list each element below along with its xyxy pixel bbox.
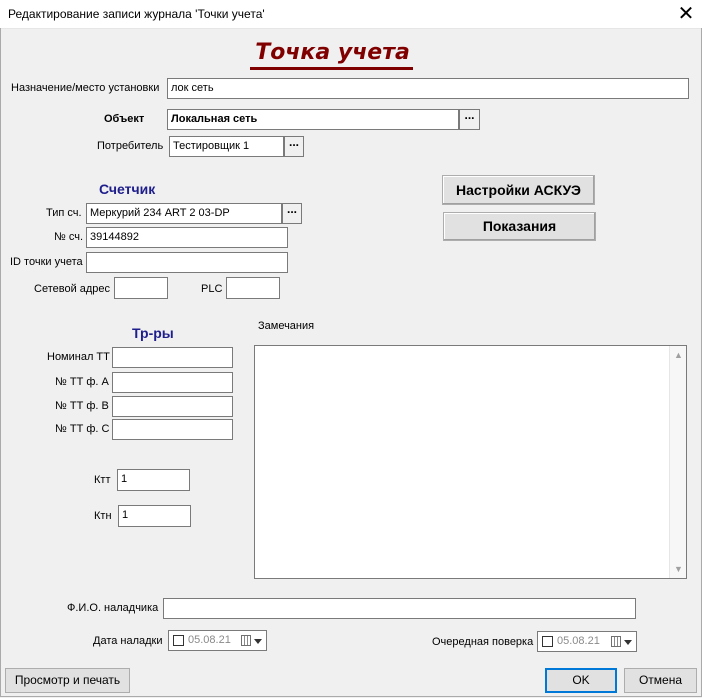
calendar-icon[interactable]: [611, 636, 621, 647]
consumer-label: Потребитель: [97, 140, 164, 152]
plc-field[interactable]: [226, 277, 280, 299]
heading-underline: [250, 67, 413, 70]
ktn-field[interactable]: 1: [118, 505, 191, 527]
next-check-value: 05.08.21: [557, 635, 600, 647]
tt-phase-b-label: № ТТ ф. В: [55, 400, 109, 412]
tt-phase-b-field[interactable]: [112, 396, 233, 417]
meter-type-select-button[interactable]: ...: [282, 203, 302, 224]
next-check-date-picker[interactable]: 05.08.21: [537, 631, 637, 652]
meter-type-field[interactable]: Меркурий 234 ART 2 03-DP: [86, 203, 282, 224]
nominal-tt-field[interactable]: [112, 347, 233, 368]
scroll-down-icon[interactable]: ▼: [670, 562, 687, 576]
chevron-down-icon[interactable]: [254, 639, 262, 644]
readings-button[interactable]: Показания: [443, 212, 596, 241]
adjuster-label: Ф.И.О. наладчика: [67, 602, 159, 614]
preview-print-button[interactable]: Просмотр и печать: [5, 668, 130, 693]
consumer-field[interactable]: Тестировщик 1: [169, 136, 284, 157]
ok-button[interactable]: OK: [545, 668, 617, 693]
meter-section-title: Счетчик: [99, 181, 156, 197]
meter-type-label: Тип сч.: [46, 207, 82, 219]
calendar-icon[interactable]: [241, 635, 251, 646]
object-field[interactable]: Локальная сеть: [167, 109, 459, 130]
adjuster-field[interactable]: [163, 598, 636, 619]
scroll-up-icon[interactable]: ▲: [670, 348, 687, 362]
object-select-button[interactable]: ...: [459, 109, 480, 130]
plc-label: PLC: [201, 283, 223, 295]
next-check-checkbox[interactable]: [542, 636, 553, 647]
tt-phase-c-label: № ТТ ф. С: [55, 423, 110, 435]
purpose-field[interactable]: лок сеть: [167, 78, 689, 99]
point-id-label: ID точки учета: [10, 256, 83, 268]
adjust-date-picker[interactable]: 05.08.21: [168, 630, 267, 651]
chevron-down-icon[interactable]: [624, 640, 632, 645]
meter-number-field[interactable]: 39144892: [86, 227, 288, 248]
meter-number-label: № сч.: [54, 231, 84, 243]
askue-settings-button[interactable]: Настройки АСКУЭ: [442, 175, 595, 205]
form-heading: Точка учета: [255, 40, 410, 65]
object-label: Объект: [104, 113, 145, 125]
window-title: Редактирование записи журнала 'Точки уче…: [8, 7, 265, 21]
close-icon[interactable]: ✕: [672, 2, 700, 26]
purpose-label: Назначение/место установки: [11, 82, 160, 94]
adjust-date-value: 05.08.21: [188, 634, 231, 646]
remarks-scrollbar[interactable]: ▲ ▼: [669, 346, 686, 578]
remarks-textarea[interactable]: ▲ ▼: [254, 345, 687, 579]
ktt-field[interactable]: 1: [117, 469, 190, 491]
tt-phase-a-field[interactable]: [112, 372, 233, 393]
cancel-button[interactable]: Отмена: [624, 668, 697, 693]
adjust-date-label: Дата наладки: [93, 635, 163, 647]
net-address-label: Сетевой адрес: [34, 283, 111, 295]
consumer-select-button[interactable]: ...: [284, 136, 304, 157]
next-check-label: Очередная поверка: [432, 636, 534, 648]
adjust-date-checkbox[interactable]: [173, 635, 184, 646]
net-address-field[interactable]: [114, 277, 168, 299]
tt-phase-c-field[interactable]: [112, 419, 233, 440]
ktt-label: Ктт: [94, 474, 111, 486]
point-id-field[interactable]: [86, 252, 288, 273]
transformers-section-title: Тр-ры: [132, 325, 174, 341]
remarks-label: Замечания: [258, 320, 315, 332]
ktn-label: Ктн: [94, 510, 112, 522]
tt-phase-a-label: № ТТ ф. А: [55, 376, 109, 388]
nominal-tt-label: Номинал ТТ: [47, 351, 110, 363]
